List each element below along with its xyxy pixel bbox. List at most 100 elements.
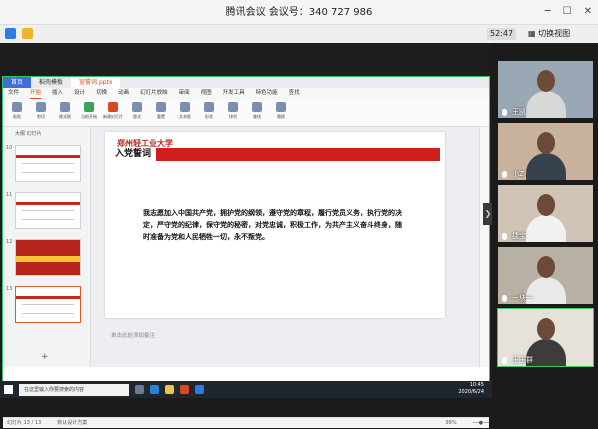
ribbon-button-label: 重置: [157, 114, 165, 119]
thumbnail-text-lines: [22, 304, 74, 314]
taskbar-clock: 10:45 2020/6/24: [458, 382, 484, 396]
participant-video-tile[interactable]: 小Z: [498, 123, 593, 180]
slide-thumbnail-panel: 大纲 幻灯片 10 11 12 13 +: [3, 127, 91, 367]
tab-home[interactable]: 首页: [3, 77, 32, 88]
ribbon-button[interactable]: 排列: [224, 102, 242, 122]
thumbnail-text-lines: [22, 210, 74, 220]
windows-start-icon[interactable]: [4, 385, 13, 394]
menu-item[interactable]: 文件: [8, 88, 19, 99]
thumbnail-number: 12: [6, 239, 13, 245]
network-signal-icon[interactable]: [22, 28, 33, 39]
meeting-title-bar: 腾讯会议 会议号：340 727 986 ─ ☐ ✕: [0, 0, 598, 25]
theme-name: 默认设计方案: [57, 420, 88, 426]
menu-item[interactable]: 插入: [52, 88, 63, 99]
ribbon-button[interactable]: 替换: [272, 102, 290, 122]
tab-document[interactable]: 宣誓词.pptx: [71, 77, 121, 88]
ribbon-button-label: 形状: [205, 114, 213, 119]
ribbon-button[interactable]: 剪切: [32, 102, 50, 122]
ribbon-button-label: 粘贴: [13, 114, 21, 119]
maximize-icon[interactable]: ☐: [563, 6, 572, 18]
task-view-icon[interactable]: [135, 385, 144, 394]
taskbar-search[interactable]: 在这里输入你要搜索的内容: [19, 383, 129, 396]
screen-share-area: 首页 稻壳模板 宣誓词.pptx 文件 开始 插入 设计 切换 动画 幻灯片放映 审阅 视图 开发…: [0, 43, 493, 428]
microphone-icon: [502, 171, 507, 178]
participant-head: [537, 70, 555, 92]
thumbnail-title-bar: [16, 155, 80, 158]
menu-item[interactable]: 动画: [118, 88, 129, 99]
ribbon-button-icon: [276, 102, 286, 112]
document-tab-bar: 首页 稻壳模板 宣誓词.pptx: [3, 77, 489, 88]
tab-templates[interactable]: 稻壳模板: [31, 77, 71, 88]
participant-video-tile[interactable]: 一块一: [498, 247, 593, 304]
slide-canvas[interactable]: 入党誓词 郑州轻工业大学 我志愿加入中国共产党，拥护党的纲领，遵守党的章程，履行…: [105, 132, 445, 318]
thumbnail-number: 11: [6, 192, 13, 198]
ribbon-button[interactable]: 新建幻灯片: [103, 102, 123, 122]
switch-view-button[interactable]: ▦ 切换视图: [528, 28, 570, 40]
participant-video-tile[interactable]: 王玉群: [497, 308, 594, 367]
menu-item[interactable]: 查找: [289, 88, 300, 99]
wps-icon[interactable]: [180, 385, 189, 394]
clock-date: 2020/6/24: [458, 389, 484, 395]
school-logo-text: 郑州轻工业大学: [117, 138, 173, 148]
shield-icon[interactable]: [5, 28, 16, 39]
tencent-meeting-icon[interactable]: [195, 385, 204, 394]
ribbon-button-icon: [84, 102, 94, 112]
slide-thumbnail[interactable]: [15, 192, 81, 229]
right-tool-strip[interactable]: [479, 127, 489, 367]
ribbon-button[interactable]: 粘贴: [8, 102, 26, 122]
zoom-slider[interactable]: ──●──: [473, 418, 489, 428]
participant-name: 王凯: [512, 108, 526, 116]
thumbnail-text-lines: [22, 163, 74, 173]
participant-name: 王玉群: [512, 356, 533, 364]
menu-item[interactable]: 开始: [30, 88, 42, 99]
menu-item[interactable]: 切换: [96, 88, 107, 99]
zoom-level[interactable]: 99%: [445, 418, 456, 428]
thumbnail-number: 13: [6, 286, 13, 292]
ribbon-button-icon: [60, 102, 70, 112]
ribbon-button-icon: [132, 102, 142, 112]
ribbon-button-icon: [108, 102, 118, 112]
ribbon-button[interactable]: 重置: [152, 102, 170, 122]
minimize-icon[interactable]: ─: [545, 6, 551, 18]
ribbon-button-icon: [36, 102, 46, 112]
window-controls: ─ ☐ ✕: [545, 6, 592, 18]
microphone-icon: [502, 357, 507, 364]
menu-item[interactable]: 设计: [74, 88, 85, 99]
ribbon-button[interactable]: 查找: [248, 102, 266, 122]
ribbon-button[interactable]: 形状: [200, 102, 218, 122]
menu-item[interactable]: 幻灯片放映: [140, 88, 168, 99]
participant-video-tile[interactable]: 捷宝: [498, 185, 593, 242]
ribbon-button-label: 当前开始: [81, 114, 97, 119]
menu-item[interactable]: 视图: [201, 88, 212, 99]
ribbon-button[interactable]: 格式刷: [56, 102, 74, 122]
edge-icon[interactable]: [150, 385, 159, 394]
slide-thumbnail[interactable]: [15, 286, 81, 323]
menu-item[interactable]: 开发工具: [223, 88, 245, 99]
thumbnail-number: 10: [6, 145, 13, 151]
editor-area: 大纲 幻灯片 10 11 12 13 + 入党誓词 郑州轻工业大学 我志愿加入中国共产…: [3, 127, 489, 428]
participant-head: [537, 256, 555, 278]
ribbon-button-label: 格式刷: [59, 114, 71, 119]
close-icon[interactable]: ✕: [584, 6, 592, 18]
participant-video-tile[interactable]: 王凯: [498, 61, 593, 118]
title-band: [110, 148, 440, 161]
meeting-timer: 52:47: [487, 28, 517, 40]
participant-panel: 王凯小Z 捷宝 一块一王玉群: [492, 43, 598, 375]
microphone-icon: [502, 233, 507, 240]
ribbon-button[interactable]: 文本框: [176, 102, 194, 122]
oath-text[interactable]: 我志愿加入中国共产党，拥护党的纲领，遵守党的章程，履行党员义务，执行党的决定，严…: [143, 207, 405, 243]
meeting-toolbar: 52:47 ▦ 切换视图: [0, 25, 598, 43]
slide-thumbnail[interactable]: [15, 145, 81, 182]
ribbon-button[interactable]: 当前开始: [80, 102, 98, 122]
add-slide-button[interactable]: +: [41, 352, 49, 362]
menu-item[interactable]: 特色功能: [256, 88, 278, 99]
notes-field[interactable]: 单击此处添加备注: [105, 327, 445, 353]
thumbnail-title-bar: [16, 202, 80, 205]
wps-presentation-window: 首页 稻壳模板 宣誓词.pptx 文件 开始 插入 设计 切换 动画 幻灯片放映 审阅 视图 开发…: [2, 76, 490, 428]
menu-item[interactable]: 审阅: [179, 88, 190, 99]
ribbon-button[interactable]: 版式: [128, 102, 146, 122]
participant-head: [537, 132, 555, 154]
folder-icon[interactable]: [165, 385, 174, 394]
ribbon-button-icon: [252, 102, 262, 112]
slide-thumbnail[interactable]: [15, 239, 81, 276]
